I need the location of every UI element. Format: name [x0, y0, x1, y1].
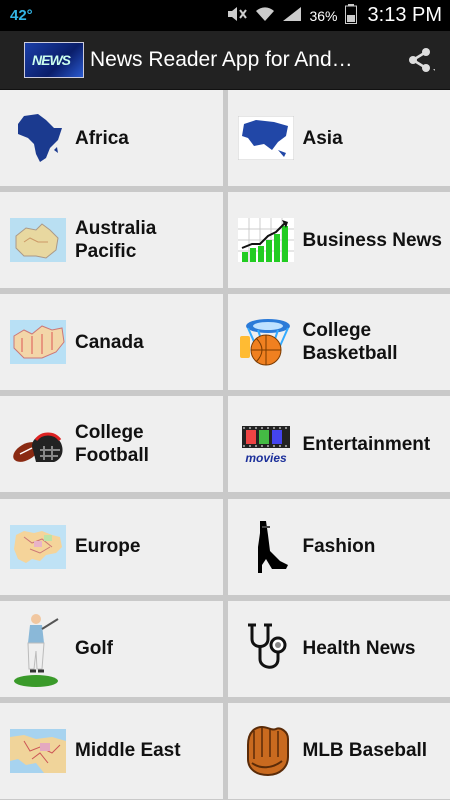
category-health-news[interactable]: Health News: [227, 600, 450, 697]
category-label: Asia: [302, 127, 343, 149]
app-logo-text: NEWS: [32, 52, 71, 68]
middle-east-map-icon: [10, 723, 66, 779]
category-label: College Football: [75, 422, 149, 467]
battery-icon: [344, 4, 357, 27]
mute-icon: [226, 6, 248, 25]
action-bar: NEWS News Reader App for And…: [0, 31, 450, 90]
basketball-hoop-icon: [238, 314, 294, 370]
stethoscope-icon: [238, 621, 294, 677]
share-button[interactable]: [400, 40, 440, 80]
category-college-basketball[interactable]: College Basketball: [227, 294, 450, 391]
category-europe[interactable]: Europe: [0, 498, 223, 595]
category-africa[interactable]: Africa: [0, 90, 223, 186]
category-label: Entertainment: [302, 433, 431, 455]
category-golf[interactable]: Golf: [0, 600, 223, 697]
golfer-icon: [10, 613, 66, 687]
category-entertainment[interactable]: movies Entertainment: [227, 396, 450, 493]
high-heel-icon: [238, 519, 294, 575]
category-label: Business News: [302, 229, 442, 251]
baseball-glove-icon: [238, 723, 294, 779]
status-icons: 36% 3:13 PM: [226, 4, 442, 27]
category-label: Middle East: [75, 740, 181, 762]
battery-percent: 36%: [309, 7, 338, 24]
canada-map-icon: [10, 314, 66, 370]
svg-text:movies: movies: [245, 451, 287, 465]
category-canada[interactable]: Canada: [0, 294, 223, 391]
category-asia[interactable]: Asia: [227, 90, 450, 186]
europe-map-icon: [10, 519, 66, 575]
category-label: Canada: [75, 331, 144, 353]
category-business-news[interactable]: Business News: [227, 192, 450, 289]
app-logo[interactable]: NEWS: [24, 42, 84, 78]
category-label: College Basketball: [302, 320, 398, 365]
category-college-football[interactable]: College Football: [0, 396, 223, 493]
status-bar: 42° 36% 3:13 PM: [0, 0, 450, 31]
australia-map-icon: [10, 212, 66, 268]
category-fashion[interactable]: Fashion: [227, 498, 450, 595]
signal-icon: [282, 6, 302, 25]
category-label: Europe: [75, 536, 141, 558]
category-label: Australia Pacific: [75, 218, 157, 263]
movies-icon: movies: [238, 416, 294, 472]
weather-temperature: 42°: [10, 7, 33, 24]
category-label: Africa: [75, 127, 129, 149]
category-australia-pacific[interactable]: Australia Pacific: [0, 192, 223, 289]
share-icon: [409, 48, 435, 72]
growth-chart-icon: [237, 212, 294, 268]
app-title: News Reader App for And…: [90, 48, 353, 71]
asia-map-icon: [237, 110, 294, 166]
category-grid: Africa Asia Australia Pacific Business N…: [0, 90, 450, 800]
category-middle-east[interactable]: Middle East: [0, 702, 223, 799]
clock: 3:13 PM: [367, 4, 442, 26]
wifi-icon: [255, 6, 275, 25]
category-label: Health News: [302, 638, 416, 660]
football-helmet-icon: [10, 416, 66, 472]
category-label: Golf: [75, 638, 113, 660]
africa-map-icon: [10, 110, 66, 166]
category-label: Fashion: [302, 536, 376, 558]
category-label: MLB Baseball: [302, 740, 428, 762]
category-mlb-baseball[interactable]: MLB Baseball: [227, 702, 450, 799]
